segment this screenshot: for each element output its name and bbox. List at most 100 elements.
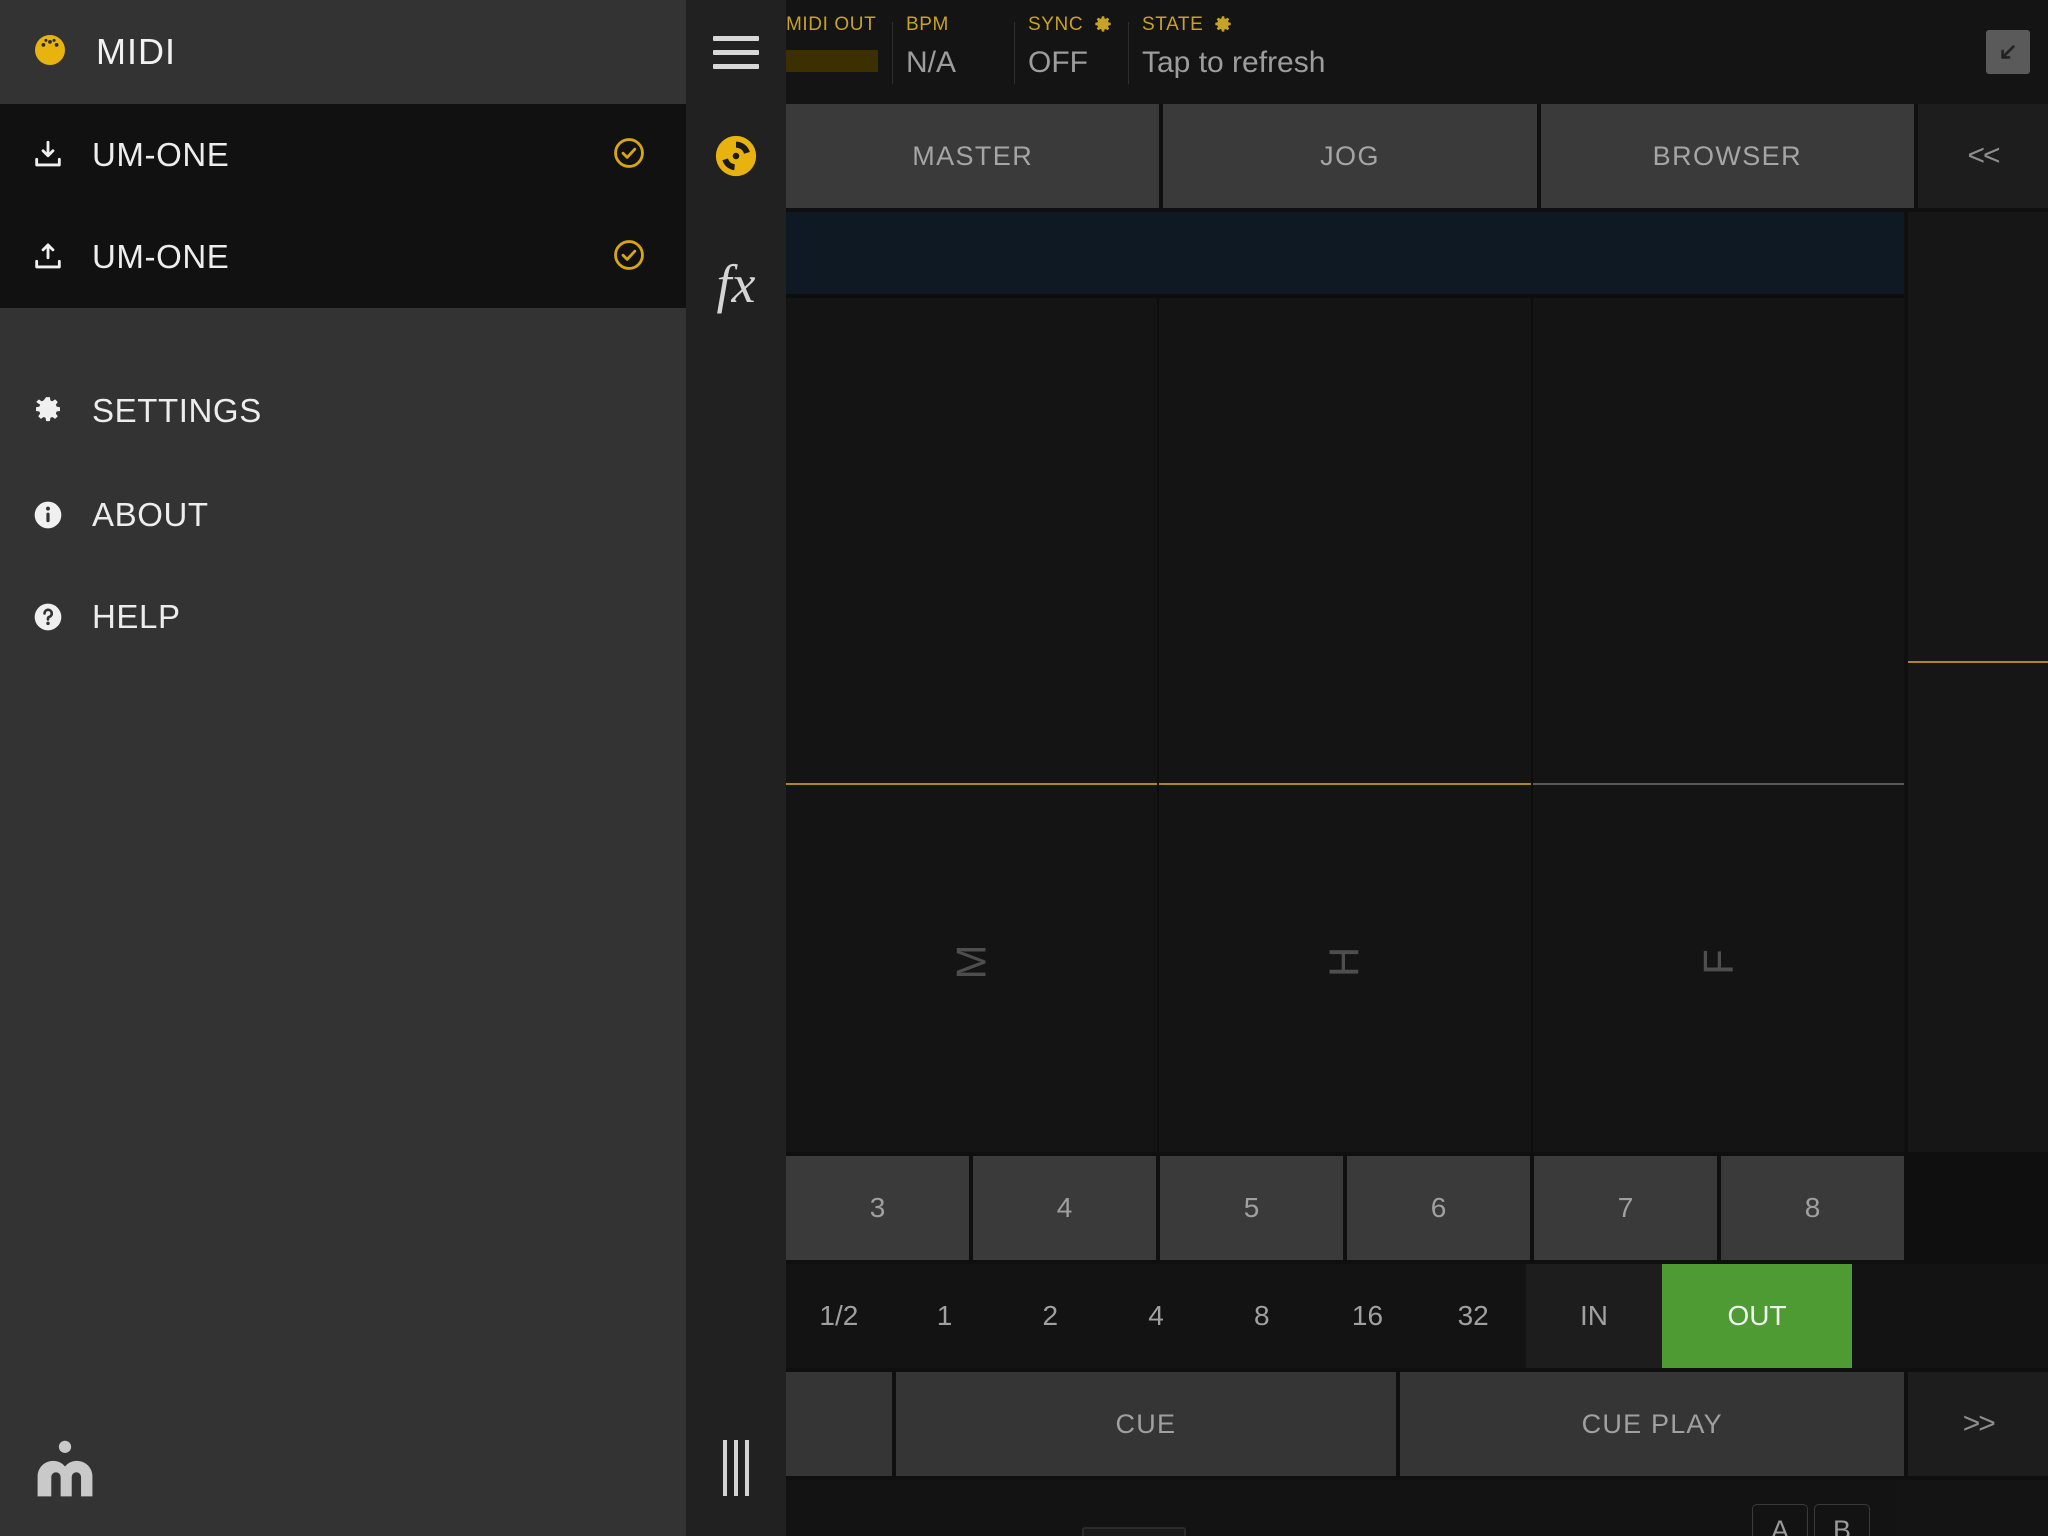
overlay-item-label: UM-ONE [92,238,230,275]
loop-beat-buttons: 1/2 1 2 4 8 16 32 [786,1264,1527,1368]
hot-cue-4[interactable]: 4 [973,1156,1156,1260]
eq-column-high[interactable]: H [1159,298,1531,1152]
status-separator [1128,22,1129,84]
deck-prev-button[interactable]: << [1917,104,2048,208]
state-value: Tap to refresh [1142,46,1326,79]
deck-button-b[interactable]: B [1814,1504,1870,1536]
collapse-button[interactable] [1986,30,2030,74]
crossfader-knob[interactable] [1082,1527,1186,1536]
side-fader-level-line [1908,661,2048,664]
overlay-item-label: HELP [92,598,181,635]
shift-button[interactable]: SHIFT [1896,1480,2048,1536]
loop-beat-16[interactable]: 16 [1314,1264,1421,1368]
overlay-item-midi-output[interactable]: UM-ONE [0,206,686,308]
overlay-body: UM-ONE UM-ONE SETTINGS ABOUT HELP [0,104,686,1536]
state-label: STATE [1142,14,1325,36]
bpm-value: N/A [906,46,957,79]
overlay-title: MIDI [96,31,176,72]
loop-beat-8[interactable]: 8 [1208,1264,1315,1368]
hot-cue-row: 3 4 5 6 7 8 [786,1156,1904,1260]
hot-cue-8[interactable]: 8 [1721,1156,1904,1260]
loop-beat-32[interactable]: 32 [1420,1264,1527,1368]
vinyl-record-icon [715,135,757,177]
loop-out-button[interactable]: OUT [1662,1264,1852,1368]
gear-icon[interactable] [1213,15,1233,35]
eq-column-label-f: F [1694,949,1742,975]
overlay-item-midi-input[interactable]: UM-ONE [0,104,686,206]
midi-port-icon [32,32,68,73]
hot-cue-3[interactable]: 3 [786,1156,969,1260]
cue-row: CUE CUE PLAY >> [786,1372,2048,1476]
mixvibes-m-logo [37,1440,93,1497]
midi-input-icon [30,137,66,173]
question-icon [30,599,66,635]
overlay-header: MIDI [0,0,686,104]
midi-out-label: MIDI OUT [786,14,877,35]
rail-item-vinyl[interactable] [686,104,786,208]
state-status[interactable]: STATE Tap to refresh [1142,0,1325,104]
tab-master[interactable]: MASTER [786,104,1160,208]
tab-browser[interactable]: BROWSER [1540,104,1914,208]
overlay-item-settings[interactable]: SETTINGS [0,360,686,462]
overlay-item-about[interactable]: ABOUT [0,464,686,566]
eq-zone: M H F [786,212,1904,1152]
loop-row: 1/2 1 2 4 8 16 32 IN OUT [786,1264,2048,1368]
collapse-arrow-icon [2001,45,2015,59]
deck-button-a[interactable]: A [1752,1504,1808,1536]
loop-beat-1[interactable]: 1 [891,1264,998,1368]
midi-menu-overlay: MIDI UM-ONE UM-ONE SETTINGS ABOUT HELP [0,0,686,1536]
deck-panel: MASTER JOG BROWSER << M H F 3 4 5 6 7 8 … [786,104,2048,1536]
gear-icon[interactable] [1093,15,1113,35]
midi-output-icon [30,239,66,275]
eq-column-label-m: M [947,944,995,980]
deck-next-button[interactable]: >> [1908,1372,2048,1476]
cue-button[interactable]: CUE [895,1372,1397,1476]
status-separator [892,22,893,84]
hamburger-icon-line [713,49,759,55]
tool-rail: fx [686,104,786,1536]
eq-columns: M H F [786,298,1904,1152]
crossfader-bar: << >> A B C D SHIFT [786,1480,2048,1536]
gear-icon [30,393,66,429]
hot-cue-5[interactable]: 5 [1160,1156,1343,1260]
eq-column-label-h: H [1320,946,1368,978]
side-fader[interactable] [1908,212,2048,1152]
status-separator [1014,22,1015,84]
cue-row-spacer [786,1372,892,1476]
check-icon[interactable] [612,136,646,175]
info-icon [30,497,66,533]
mixer-faders-icon-bar [734,1440,738,1496]
mixer-faders-icon-bar [745,1440,749,1496]
state-label-text: STATE [1142,14,1204,35]
midi-out-status[interactable]: MIDI OUT [786,0,878,104]
mixer-faders-icon-bar [723,1440,727,1496]
overlay-item-help[interactable]: HELP [0,566,686,668]
eq-column-master[interactable]: M [786,298,1158,1152]
sync-value: OFF [1028,46,1088,79]
loop-beat-4[interactable]: 4 [1103,1264,1209,1368]
check-icon[interactable] [612,238,646,277]
rail-item-fx[interactable]: fx [686,232,786,336]
loop-beat-half[interactable]: 1/2 [786,1264,892,1368]
hamburger-menu-button[interactable] [686,0,786,104]
deck-tabs: MASTER JOG BROWSER << [786,104,2048,208]
overlay-item-label: ABOUT [92,496,209,533]
tab-jog[interactable]: JOG [1163,104,1537,208]
overlay-item-label: UM-ONE [92,136,230,173]
hot-cue-6[interactable]: 6 [1347,1156,1530,1260]
loop-in-button[interactable]: IN [1526,1264,1662,1368]
hamburger-icon-line [713,35,759,41]
deck-select-buttons: A B C D [1752,1504,1870,1536]
hot-cue-7[interactable]: 7 [1534,1156,1717,1260]
bpm-label: BPM [906,14,949,35]
eq-column-filter[interactable]: F [1532,298,1904,1152]
app-logo [30,1434,100,1504]
eq-header-strip [786,212,1904,294]
bpm-status[interactable]: BPM N/A [906,0,956,104]
loop-beat-2[interactable]: 2 [997,1264,1104,1368]
loop-row-filler [1852,1264,2048,1368]
sync-status[interactable]: SYNC OFF [1028,0,1113,104]
cue-play-button[interactable]: CUE PLAY [1400,1372,1905,1476]
sync-label-text: SYNC [1028,14,1084,35]
rail-item-mixer[interactable] [686,1400,786,1536]
